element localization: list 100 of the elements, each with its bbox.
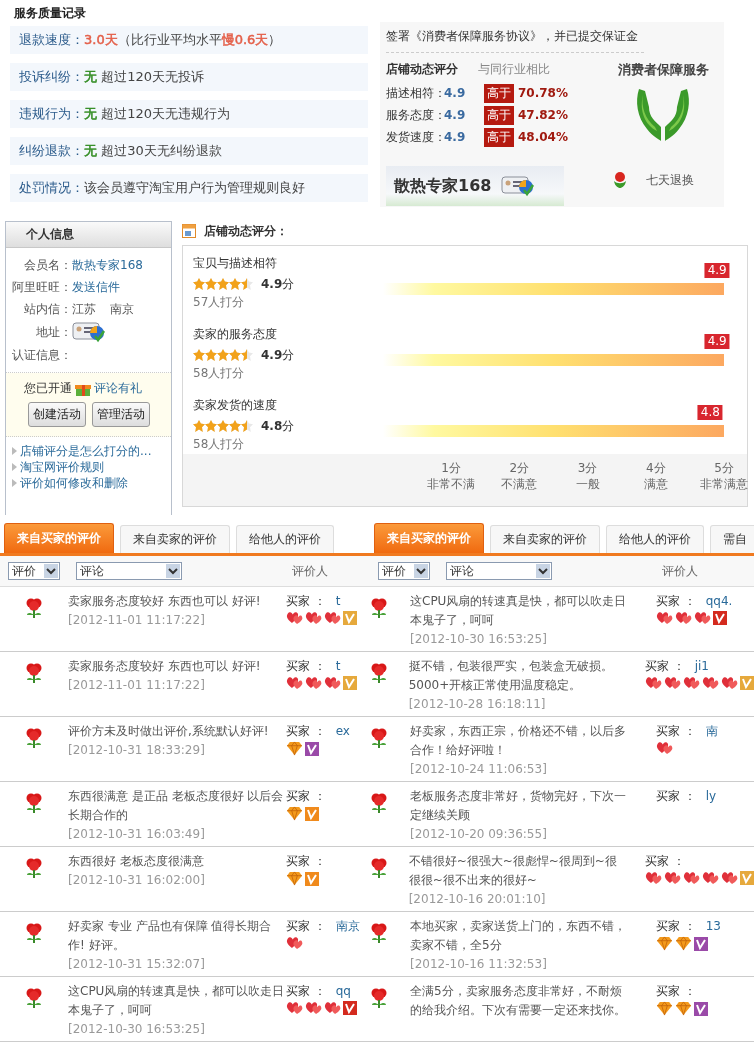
scale-meaning: 一般: [575, 476, 600, 492]
field-label: 站内信：: [23, 300, 72, 318]
comparison-badge: 高于: [484, 127, 514, 147]
comparison-percent: 48.04%: [518, 130, 568, 144]
rating-label: 卖家发货的速度: [193, 397, 278, 414]
buyer-label: 买家 ：: [286, 724, 326, 738]
buyer-label: 买家 ：: [656, 789, 696, 803]
filter-dropdown[interactable]: 评论: [76, 562, 182, 580]
star-icon: [193, 420, 205, 432]
review-comment: 挺不错，包装很严实，包装盒无破损。5000+开核正常使用温度稳定。: [408, 658, 614, 694]
scale-score: 2分: [508, 460, 531, 476]
filter-dropdown[interactable]: 评价: [8, 562, 60, 580]
record-value: 该会员遵守淘宝用户行为管理规则良好: [84, 179, 305, 197]
star-icon: [193, 278, 205, 290]
review-comment: 好卖家 专业 产品也有保障 值得长期合作! 好评。: [68, 918, 273, 954]
buyer-name[interactable]: 南: [705, 724, 718, 738]
review-comment: 卖家服务态度较好 东西也可以 好评!: [68, 593, 262, 610]
star-icon: [229, 349, 241, 361]
compare-title: 与同行业相比: [478, 61, 550, 78]
review-time: [2012-10-28 16:18:11]: [408, 696, 547, 713]
comparison-badge: 高于: [484, 83, 514, 103]
field-link[interactable]: 散热专家168: [72, 256, 143, 274]
record-value: 无 超过120天无违规行为: [84, 105, 230, 123]
review-time: [2012-10-31 18:33:29]: [68, 742, 206, 759]
section-title: 服务质量记录: [13, 5, 87, 22]
review-tab[interactable]: 给他人的评价: [606, 525, 704, 553]
column-header: 评价人: [662, 562, 698, 580]
field-label: 会员名：: [23, 256, 72, 274]
review-tab[interactable]: 给他人的评价: [236, 525, 334, 553]
record-label: 纠纷退款：: [19, 142, 84, 160]
buyer-label: 买家 ：: [656, 984, 696, 998]
action-button[interactable]: 管理活动: [91, 402, 150, 427]
filter-dropdown[interactable]: 评价: [378, 562, 430, 580]
buyer-name[interactable]: 南京: [335, 919, 360, 933]
rating-score: 4.9分: [261, 275, 295, 293]
certification-icon: [501, 174, 536, 198]
shop-banner[interactable]: 散热专家168: [386, 166, 564, 206]
buyer-label: 买家 ：: [286, 919, 326, 933]
rating-marker: 4.9: [704, 263, 730, 278]
field-link[interactable]: 发送信件: [72, 278, 120, 296]
star-icon: [229, 420, 241, 432]
record-label: 退款速度：: [19, 31, 84, 49]
review-tab[interactable]: 来自卖家的评价: [490, 525, 600, 553]
field-label: 地址：: [35, 323, 72, 341]
calendar-icon: [182, 224, 196, 238]
field-label: 认证信息：: [11, 346, 72, 364]
score-value: 4.9: [444, 86, 467, 100]
review-tab[interactable]: 需自: [710, 525, 754, 553]
buyer-label: 买家 ：: [656, 724, 696, 738]
review-time: [2012-10-20 09:36:55]: [410, 826, 548, 843]
scale-score: 4分: [644, 460, 667, 476]
review-time: [2012-10-31 16:03:49]: [68, 826, 206, 843]
star-icon: [241, 420, 253, 432]
scores-title: 店铺动态评分: [386, 61, 458, 78]
record-value: 无 超过120天无投诉: [84, 68, 204, 86]
star-icon: [217, 420, 229, 432]
buyer-name[interactable]: t: [335, 659, 341, 673]
service-item[interactable]: 七天退换: [646, 171, 694, 189]
rating-label: 宝贝与描述相符: [193, 255, 278, 272]
review-time: [2012-10-24 11:06:53]: [410, 761, 548, 778]
buyer-name[interactable]: qq4.: [705, 594, 733, 608]
buyer-label: 买家 ：: [656, 594, 696, 608]
review-time: [2012-11-01 11:17:22]: [68, 677, 206, 694]
rating-marker: 4.8: [697, 405, 723, 420]
review-time: [2012-10-30 16:53:25]: [410, 631, 548, 648]
rating-count: 58人打分: [193, 436, 246, 453]
buyer-name[interactable]: ex: [335, 724, 350, 738]
review-time: [2012-10-16 20:01:10]: [408, 891, 547, 908]
star-icon: [217, 349, 229, 361]
comparison-percent: 47.82%: [518, 108, 568, 122]
comparison-badge: 高于: [484, 105, 514, 125]
scale-score: 5分: [713, 460, 735, 476]
scale-score: 1分: [440, 460, 462, 476]
buyer-name[interactable]: 13: [705, 919, 721, 933]
buyer-label: 买家 ：: [656, 919, 696, 933]
rating-count: 58人打分: [193, 365, 246, 382]
help-link[interactable]: 店铺评分是怎么打分的...: [20, 442, 152, 460]
star-icon: [205, 420, 217, 432]
scale-meaning: 不满意: [501, 476, 538, 492]
field-value: 江苏 南京: [72, 300, 134, 318]
action-button[interactable]: 创建活动: [27, 402, 86, 427]
buyer-name[interactable]: ly: [705, 789, 717, 803]
buyer-name[interactable]: qq: [335, 984, 351, 998]
buyer-label: 买家 ：: [645, 659, 685, 673]
review-comment: 本地买家，卖家送货上门的，东西不错，卖家不错，全5分: [410, 918, 627, 954]
review-comment: 这CPU风扇的转速真是快，都可以吹走日本鬼子了，呵呵: [410, 593, 628, 629]
rating-count: 57人打分: [193, 294, 246, 311]
help-link[interactable]: 评价如何修改和删除: [20, 474, 128, 492]
review-tab[interactable]: 来自卖家的评价: [120, 525, 230, 553]
buyer-name[interactable]: t: [335, 594, 341, 608]
filter-dropdown[interactable]: 评论: [446, 562, 552, 580]
record-label: 处罚情况：: [19, 179, 84, 197]
help-link[interactable]: 淘宝网评价规则: [20, 458, 104, 476]
review-comment: 卖家服务态度较好 东西也可以 好评!: [68, 658, 262, 675]
review-comment: 评价方未及时做出评价,系统默认好评!: [68, 723, 270, 740]
column-header: 评价人: [292, 562, 328, 580]
promo-link[interactable]: 评论有礼: [94, 380, 142, 397]
buyer-name[interactable]: ji1: [694, 659, 709, 673]
service-title: 消费者保障服务: [617, 61, 709, 79]
review-time: [2012-11-01 11:17:22]: [68, 612, 206, 629]
